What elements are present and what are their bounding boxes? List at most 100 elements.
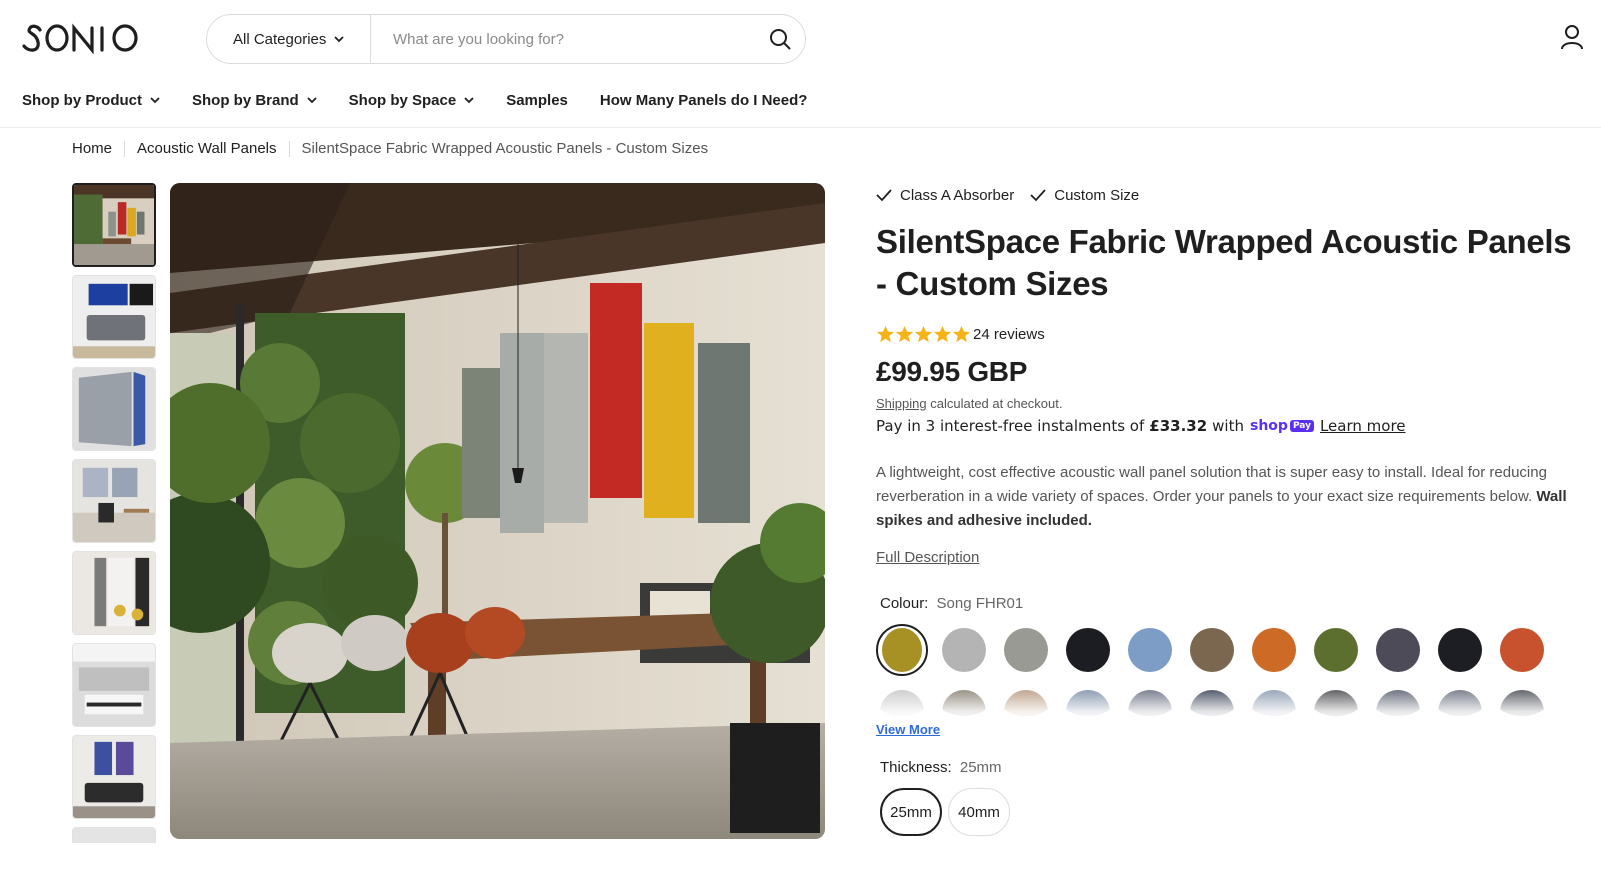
colour-swatch[interactable] [938,624,990,676]
thumbnail-image [73,644,155,726]
colour-swatch[interactable] [1248,624,1300,676]
sonio-logo[interactable]: sonio [22,16,152,60]
nav-label: How Many Panels do I Need? [599,91,808,109]
breadcrumb: Home Acoustic Wall Panels SilentSpace Fa… [72,140,708,157]
colour-swatch[interactable] [1372,686,1424,716]
nav-label: Shop by Product [22,91,142,109]
main-product-image[interactable] [170,183,825,839]
thumbnail-2[interactable] [72,275,156,359]
colour-swatch[interactable] [938,686,990,716]
category-select[interactable]: All Categories [207,15,371,63]
colour-swatch-dot [1066,628,1110,672]
colour-swatch-dot [1190,690,1234,716]
nav-samples[interactable]: Samples [506,92,568,109]
colour-swatch[interactable] [1000,686,1052,716]
nav-shop-by-product[interactable]: Shop by Product [22,92,160,109]
thumbnail-4[interactable] [72,459,156,543]
nav-shop-by-brand[interactable]: Shop by Brand [192,92,317,109]
category-select-label: All Categories [233,30,327,48]
nav-shop-by-space[interactable]: Shop by Space [349,92,475,109]
thumbnail-8[interactable] [72,827,156,843]
thumbnail-image [73,460,155,542]
nav-label: Shop by Space [348,91,457,109]
star-icon [914,325,933,343]
thumbnail-7[interactable] [72,735,156,819]
shipping-link[interactable]: Shipping [876,396,927,411]
thickness-option-40mm[interactable]: 40mm [948,788,1010,836]
colour-swatches [876,624,1556,722]
breadcrumb-home[interactable]: Home [72,140,112,157]
thumbnail-image [74,185,154,265]
nav-label: Shop by Brand [192,91,299,109]
colour-swatch[interactable] [1124,624,1176,676]
colour-swatch[interactable] [1310,624,1362,676]
search-bar: All Categories [206,14,806,64]
colour-swatch[interactable] [1496,624,1548,676]
colour-swatch-dot [942,690,986,716]
colour-swatch[interactable] [876,624,928,676]
colour-swatch[interactable] [1186,686,1238,716]
thumbnail-5[interactable] [72,551,156,635]
colour-swatch-dot [882,628,922,672]
colour-swatch[interactable] [1062,686,1114,716]
colour-swatch[interactable] [1248,686,1300,716]
chevron-down-icon [464,97,474,104]
site-header: sonio All Categories Shop by Product Sho… [0,0,1601,128]
product-badges: Class A Absorber Custom Size [876,183,1586,207]
thumbnail-3[interactable] [72,367,156,451]
colour-swatch-dot [1314,628,1358,672]
shop-pay-wordmark: shop [1249,418,1288,434]
thumbnail-image [73,736,155,818]
colour-swatch[interactable] [1186,624,1238,676]
product-info: Class A Absorber Custom Size SilentSpace… [876,183,1586,836]
account-icon[interactable] [1560,24,1588,52]
colour-swatch[interactable] [1310,686,1362,716]
shop-pay-logo: shop Pay [1250,418,1314,434]
breadcrumb-separator [124,140,126,157]
colour-swatch-dot [942,628,986,672]
colour-swatch-dot [880,690,924,716]
thickness-options: 25mm 40mm [880,788,1586,836]
checkmark-icon [876,189,892,202]
instalments-suffix: with [1212,417,1244,435]
colour-swatch-dot [1438,690,1482,716]
thumbnail-image [73,828,155,843]
full-description-link[interactable]: Full Description [876,549,979,566]
thumbnail-image [73,368,155,450]
breadcrumb-acoustic-wall-panels[interactable]: Acoustic Wall Panels [137,140,277,157]
shop-pay-badge: Pay [1289,420,1314,432]
view-more-colours-link[interactable]: View More [876,722,940,737]
nav-how-many-panels[interactable]: How Many Panels do I Need? [600,92,808,109]
colour-swatch-dot [1004,690,1048,716]
colour-swatch[interactable] [1434,686,1486,716]
colour-swatch[interactable] [1434,624,1486,676]
colour-swatch-dot [1376,628,1420,672]
badge-custom-size: Custom Size [1030,187,1139,204]
search-button[interactable] [755,14,805,64]
colour-swatch-dot [1376,690,1420,716]
thumbnail-1[interactable] [72,183,156,267]
learn-more-link[interactable]: Learn more [1320,417,1406,435]
thickness-option-label: Thickness: 25mm [880,759,1586,776]
thumbnail-6[interactable] [72,643,156,727]
colour-swatch[interactable] [1496,686,1548,716]
colour-swatch[interactable] [1124,686,1176,716]
review-count[interactable]: 24 reviews [973,326,1045,343]
colour-swatch-dot [1128,628,1172,672]
search-input[interactable] [371,15,755,63]
colour-swatch-dot [1252,628,1296,672]
colour-option-label: Colour: Song FHR01 [880,595,1586,612]
thickness-selected-value: 25mm [959,759,1002,776]
thickness-label: Thickness: [880,759,952,776]
shipping-note: Shipping calculated at checkout. [876,396,1586,411]
colour-label: Colour: [880,595,929,612]
colour-swatch-dot [1004,628,1048,672]
colour-swatch[interactable] [1062,624,1114,676]
colour-swatch[interactable] [876,686,928,716]
colour-swatch[interactable] [1000,624,1052,676]
breadcrumb-current-page: SilentSpace Fabric Wrapped Acoustic Pane… [301,140,709,157]
thickness-option-25mm[interactable]: 25mm [880,788,942,836]
description-text: A lightweight, cost effective acoustic w… [876,464,1547,505]
product-rating[interactable]: 24 reviews [876,325,1586,344]
colour-swatch[interactable] [1372,624,1424,676]
